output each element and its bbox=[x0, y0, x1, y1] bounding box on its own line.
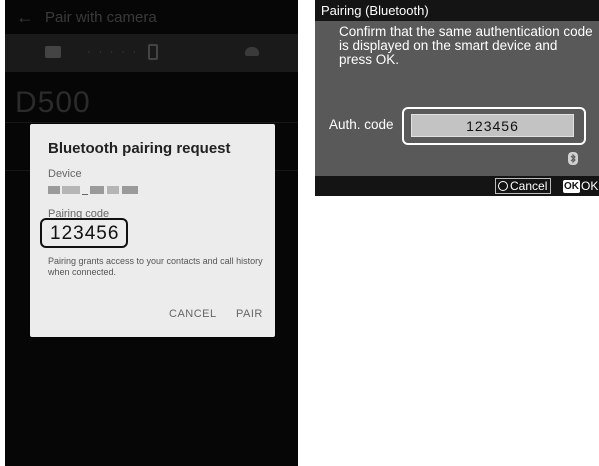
redacted-text bbox=[107, 186, 119, 194]
divider bbox=[5, 122, 298, 123]
bluetooth-pairing-dialog: Bluetooth pairing request Device Pairing… bbox=[30, 124, 275, 337]
device-name-separator bbox=[82, 193, 88, 195]
cancel-button[interactable]: CANCEL bbox=[169, 308, 217, 320]
dotted-link: · · · · · bbox=[87, 44, 139, 58]
camera-name: D500 bbox=[15, 86, 91, 119]
redacted-text bbox=[122, 186, 138, 194]
redacted-text bbox=[90, 186, 104, 194]
camera-icon bbox=[45, 46, 61, 58]
cancel-control[interactable]: Cancel bbox=[495, 178, 552, 194]
redacted-text bbox=[62, 186, 80, 194]
auth-code-highlight: 123456 bbox=[402, 107, 586, 145]
cloud-icon bbox=[245, 47, 259, 56]
redacted-text bbox=[48, 186, 60, 194]
smartphone-icon bbox=[148, 44, 158, 60]
dialog-title: Bluetooth pairing request bbox=[48, 140, 231, 157]
pair-button[interactable]: PAIR bbox=[236, 308, 263, 320]
auth-code-label: Auth. code bbox=[329, 117, 394, 132]
pairing-code: 123456 bbox=[50, 223, 120, 244]
pairing-code-highlight: 123456 bbox=[40, 218, 128, 248]
phone-screen: ← Pair with camera · · · · · D500 Blueto… bbox=[5, 0, 298, 466]
device-name bbox=[48, 185, 138, 195]
pairing-note: Pairing grants access to your contacts a… bbox=[48, 256, 263, 277]
camera-screen: Pairing (Bluetooth) Confirm that the sam… bbox=[315, 0, 599, 196]
auth-code-field: 123456 bbox=[411, 114, 574, 137]
camera-screen-title: Pairing (Bluetooth) bbox=[315, 0, 599, 21]
ok-control[interactable]: OK OK bbox=[563, 178, 598, 194]
ok-label: OK bbox=[581, 179, 599, 193]
camera-footer-bar bbox=[315, 176, 599, 196]
cancel-label: Cancel bbox=[510, 178, 548, 193]
back-arrow-icon[interactable]: ← bbox=[5, 7, 45, 28]
device-label: Device bbox=[48, 168, 82, 180]
confirmation-message: Confirm that the same authentication cod… bbox=[339, 24, 593, 67]
app-bar-title: Pair with camera bbox=[45, 8, 157, 26]
bluetooth-icon bbox=[568, 152, 578, 165]
multi-selector-icon bbox=[498, 181, 508, 191]
app-bar: ← Pair with camera bbox=[5, 0, 298, 34]
ok-button-icon: OK bbox=[563, 179, 580, 193]
